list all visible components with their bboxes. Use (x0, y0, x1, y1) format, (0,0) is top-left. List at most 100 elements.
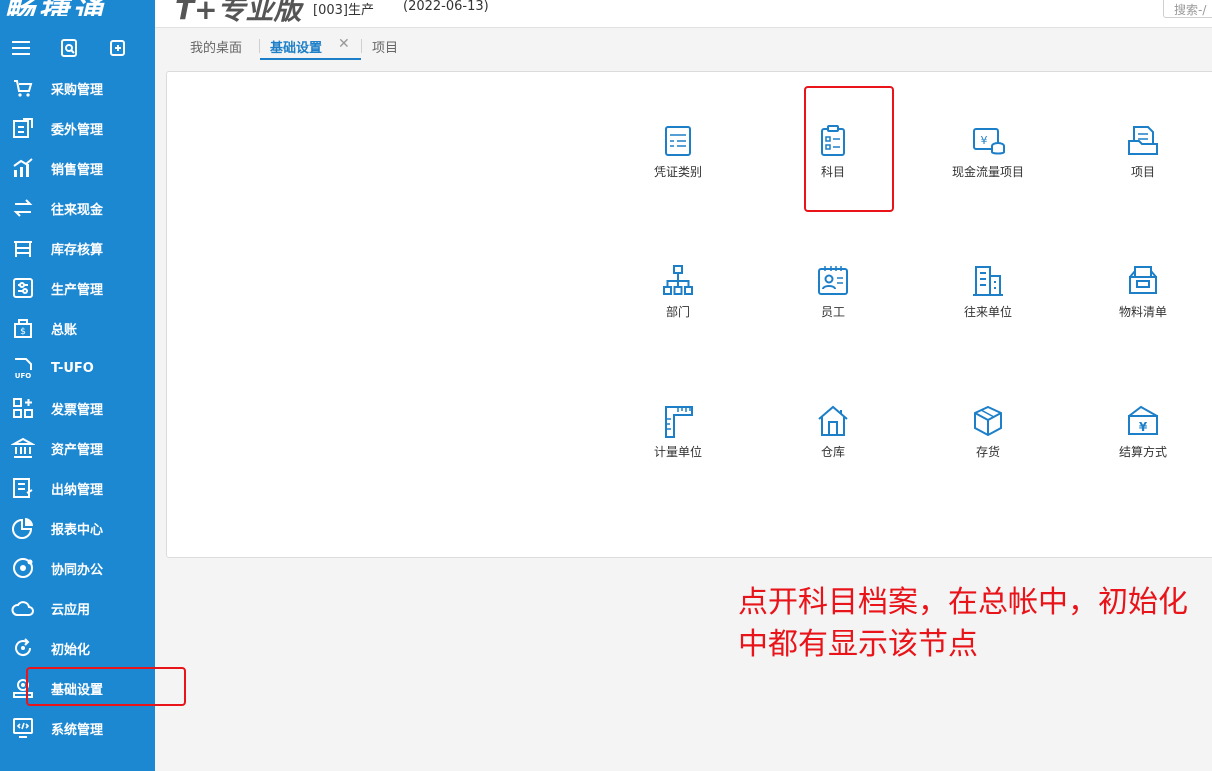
warehouse-icon (815, 403, 851, 439)
sidebar-item-label: 初始化 (51, 642, 91, 658)
sidebar-item[interactable]: 库存核算 (0, 228, 155, 268)
sidebar-item-label: 销售管理 (51, 162, 104, 178)
tile[interactable]: ¥ 结算方式 (1093, 403, 1193, 473)
sidebar-item[interactable]: 报表中心 (0, 508, 155, 548)
sidebar-item[interactable]: 系统管理 (0, 708, 155, 748)
production-icon (10, 275, 36, 301)
sidebar: 畅捷通 采购管理委外管理销售管理往来现金库存核算生产管理 $ 总账 UFO T-UFO 发… (0, 0, 155, 771)
tile-label: 物料清单 (1118, 305, 1167, 319)
sidebar-item-label: 资产管理 (51, 442, 104, 458)
sidebar-item-label: 报表中心 (51, 522, 104, 538)
tile[interactable]: 计量单位 (628, 403, 728, 473)
tile-label: 项目 (1130, 165, 1155, 179)
collab-icon (10, 555, 36, 581)
tab-my-desktop[interactable]: 我的桌面 (190, 37, 242, 60)
tab-basic-settings-label: 基础设置 (270, 41, 323, 56)
tile-label: 部门 (665, 305, 690, 319)
tile[interactable]: 存货 (938, 403, 1038, 473)
ledger-icon: $ (10, 315, 36, 341)
outsource-icon (10, 115, 36, 141)
sidebar-item[interactable]: 生产管理 (0, 268, 155, 308)
cashier-icon (10, 475, 36, 501)
tile[interactable]: 仓库 (783, 403, 883, 473)
voucher-icon (660, 123, 696, 159)
sidebar-item-label: 库存核算 (51, 242, 104, 258)
sidebar-item-label: T-UFO (51, 360, 94, 376)
org-chart-icon (660, 263, 696, 299)
tile-label: 往来单位 (963, 305, 1012, 319)
system-icon (10, 715, 36, 741)
sidebar-item[interactable]: 往来现金 (0, 188, 155, 228)
report-pie-icon (10, 515, 36, 541)
app-root: 畅捷通 采购管理委外管理销售管理往来现金库存核算生产管理 $ 总账 UFO T-UFO 发… (0, 0, 1212, 771)
svg-text:$: $ (20, 327, 26, 337)
search-doc-icon[interactable] (57, 36, 81, 60)
sidebar-item[interactable]: 委外管理 (0, 108, 155, 148)
sidebar-item-label: 协同办公 (51, 562, 104, 578)
sales-chart-icon (10, 155, 36, 181)
exchange-icon (10, 195, 36, 221)
tile-label: 凭证类别 (653, 165, 702, 179)
tile[interactable]: 往来单位 (938, 263, 1038, 333)
tile[interactable]: 员工 (783, 263, 883, 333)
building-icon (970, 263, 1006, 299)
tile-label: 仓库 (820, 445, 845, 459)
tile-label: 存货 (975, 445, 1000, 459)
sidebar-item[interactable]: 初始化 (0, 628, 155, 668)
invoice-icon (10, 395, 36, 421)
sidebar-item[interactable]: 出纳管理 (0, 468, 155, 508)
tile[interactable]: 项目 (1093, 123, 1193, 193)
tab-project[interactable]: 项目 (372, 37, 398, 60)
sidebar-item-label: 总账 (51, 322, 78, 338)
close-icon[interactable]: ✕ (338, 36, 350, 52)
tab-divider (361, 39, 362, 53)
cloud-icon (10, 595, 36, 621)
sidebar-item-label: 系统管理 (51, 722, 104, 738)
sidebar-item-label: 委外管理 (51, 122, 104, 138)
project-folder-icon (1125, 123, 1161, 159)
sidebar-item-label: 往来现金 (51, 202, 104, 218)
tile[interactable]: 物料清单 (1093, 263, 1193, 333)
header: T+专业版 [003]生产 (2022-06-13) 搜索-/ (155, 0, 1212, 28)
settlement-icon: ¥ (1125, 403, 1161, 439)
sidebar-item[interactable]: 云应用 (0, 588, 155, 628)
search-input[interactable]: 搜索-/ (1163, 0, 1212, 18)
tile-label: 现金流量项目 (951, 165, 1024, 179)
date-label: (2022-06-13) (403, 0, 489, 14)
sidebar-item[interactable]: UFO T-UFO (0, 348, 155, 388)
sidebar-item-label: 采购管理 (51, 82, 104, 98)
sidebar-item[interactable]: $ 总账 (0, 308, 155, 348)
tile[interactable]: ¥ 现金流量项目 (938, 123, 1038, 193)
ruler-icon (660, 403, 696, 439)
sidebar-item-label: 生产管理 (51, 282, 104, 298)
asset-bank-icon (10, 435, 36, 461)
sidebar-item[interactable]: 销售管理 (0, 148, 155, 188)
sidebar-item[interactable]: 发票管理 (0, 388, 155, 428)
sidebar-item[interactable]: 采购管理 (0, 68, 155, 108)
sidebar-item[interactable]: 协同办公 (0, 548, 155, 588)
box-icon (970, 403, 1006, 439)
tile[interactable]: 部门 (628, 263, 728, 333)
tile-label: 计量单位 (653, 445, 702, 459)
new-window-icon[interactable] (106, 36, 130, 60)
sidebar-item[interactable]: 资产管理 (0, 428, 155, 468)
tab-bar: 我的桌面 基础设置 ✕ 项目 (155, 29, 1212, 61)
bom-icon (1125, 263, 1161, 299)
menu-icon[interactable] (9, 36, 33, 60)
annotation-text: 点开科目档案，在总帐中，初始化中都有显示该节点 (738, 585, 1188, 662)
ufo-icon: UFO (10, 355, 36, 381)
tile[interactable]: 凭证类别 (628, 123, 728, 193)
highlight-box-subject (804, 86, 894, 212)
product-title: T+专业版 (175, 0, 302, 26)
sidebar-item-label: 云应用 (51, 602, 91, 618)
inventory-icon (10, 235, 36, 261)
account-label: [003]生产 (313, 3, 374, 18)
cashflow-icon: ¥ (970, 123, 1006, 159)
sidebar-nav: 采购管理委外管理销售管理往来现金库存核算生产管理 $ 总账 UFO T-UFO 发票管理资… (0, 68, 155, 748)
sidebar-item-label: 发票管理 (51, 402, 104, 418)
highlight-box-basic-settings (26, 667, 186, 706)
cart-icon (10, 75, 36, 101)
tile-label: 员工 (820, 305, 845, 319)
svg-text:¥: ¥ (1139, 420, 1148, 434)
init-icon (10, 635, 36, 661)
